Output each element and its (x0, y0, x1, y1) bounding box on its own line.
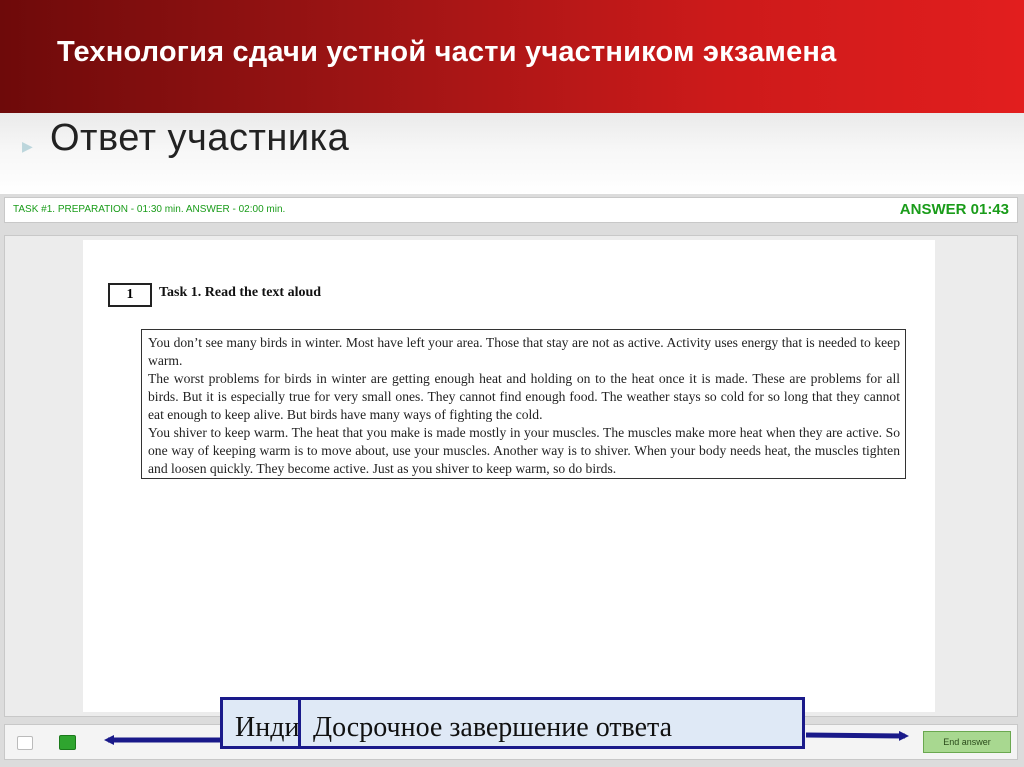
slide-title: Технология сдачи устной части участником… (57, 36, 837, 68)
task-title: Task 1. Read the text aloud (159, 285, 322, 300)
reading-text-box: You don’t see many birds in winter. Most… (141, 329, 906, 479)
slide-subtitle: Ответ участника (50, 117, 350, 159)
task-number-box: 1 (108, 283, 152, 307)
chevron-right-icon: ▶ (22, 139, 33, 155)
text-paragraph: You shiver to keep warm. The heat that y… (148, 425, 900, 476)
text-paragraph: You don’t see many birds in winter. Most… (148, 335, 900, 368)
recording-indicator-off (17, 736, 33, 750)
task-page: 1 Task 1. Read the text aloud You don’t … (83, 240, 935, 712)
end-answer-button[interactable]: End answer (923, 731, 1011, 753)
recording-indicator-on (59, 735, 76, 750)
slide-title-bar: Технология сдачи устной части участником… (0, 0, 1024, 113)
exam-app-window: TASK #1. PREPARATION - 01:30 min. ANSWER… (0, 194, 1024, 767)
text-paragraph: The worst problems for birds in winter a… (148, 371, 900, 422)
status-bar: TASK #1. PREPARATION - 01:30 min. ANSWER… (4, 197, 1018, 223)
task-workspace: 1 Task 1. Read the text aloud You don’t … (4, 235, 1018, 717)
task-timing-info: TASK #1. PREPARATION - 01:30 min. ANSWER… (13, 204, 286, 215)
early-finish-callout: Досрочное завершение ответа (298, 697, 805, 749)
answer-timer: ANSWER 01:43 (899, 201, 1009, 218)
